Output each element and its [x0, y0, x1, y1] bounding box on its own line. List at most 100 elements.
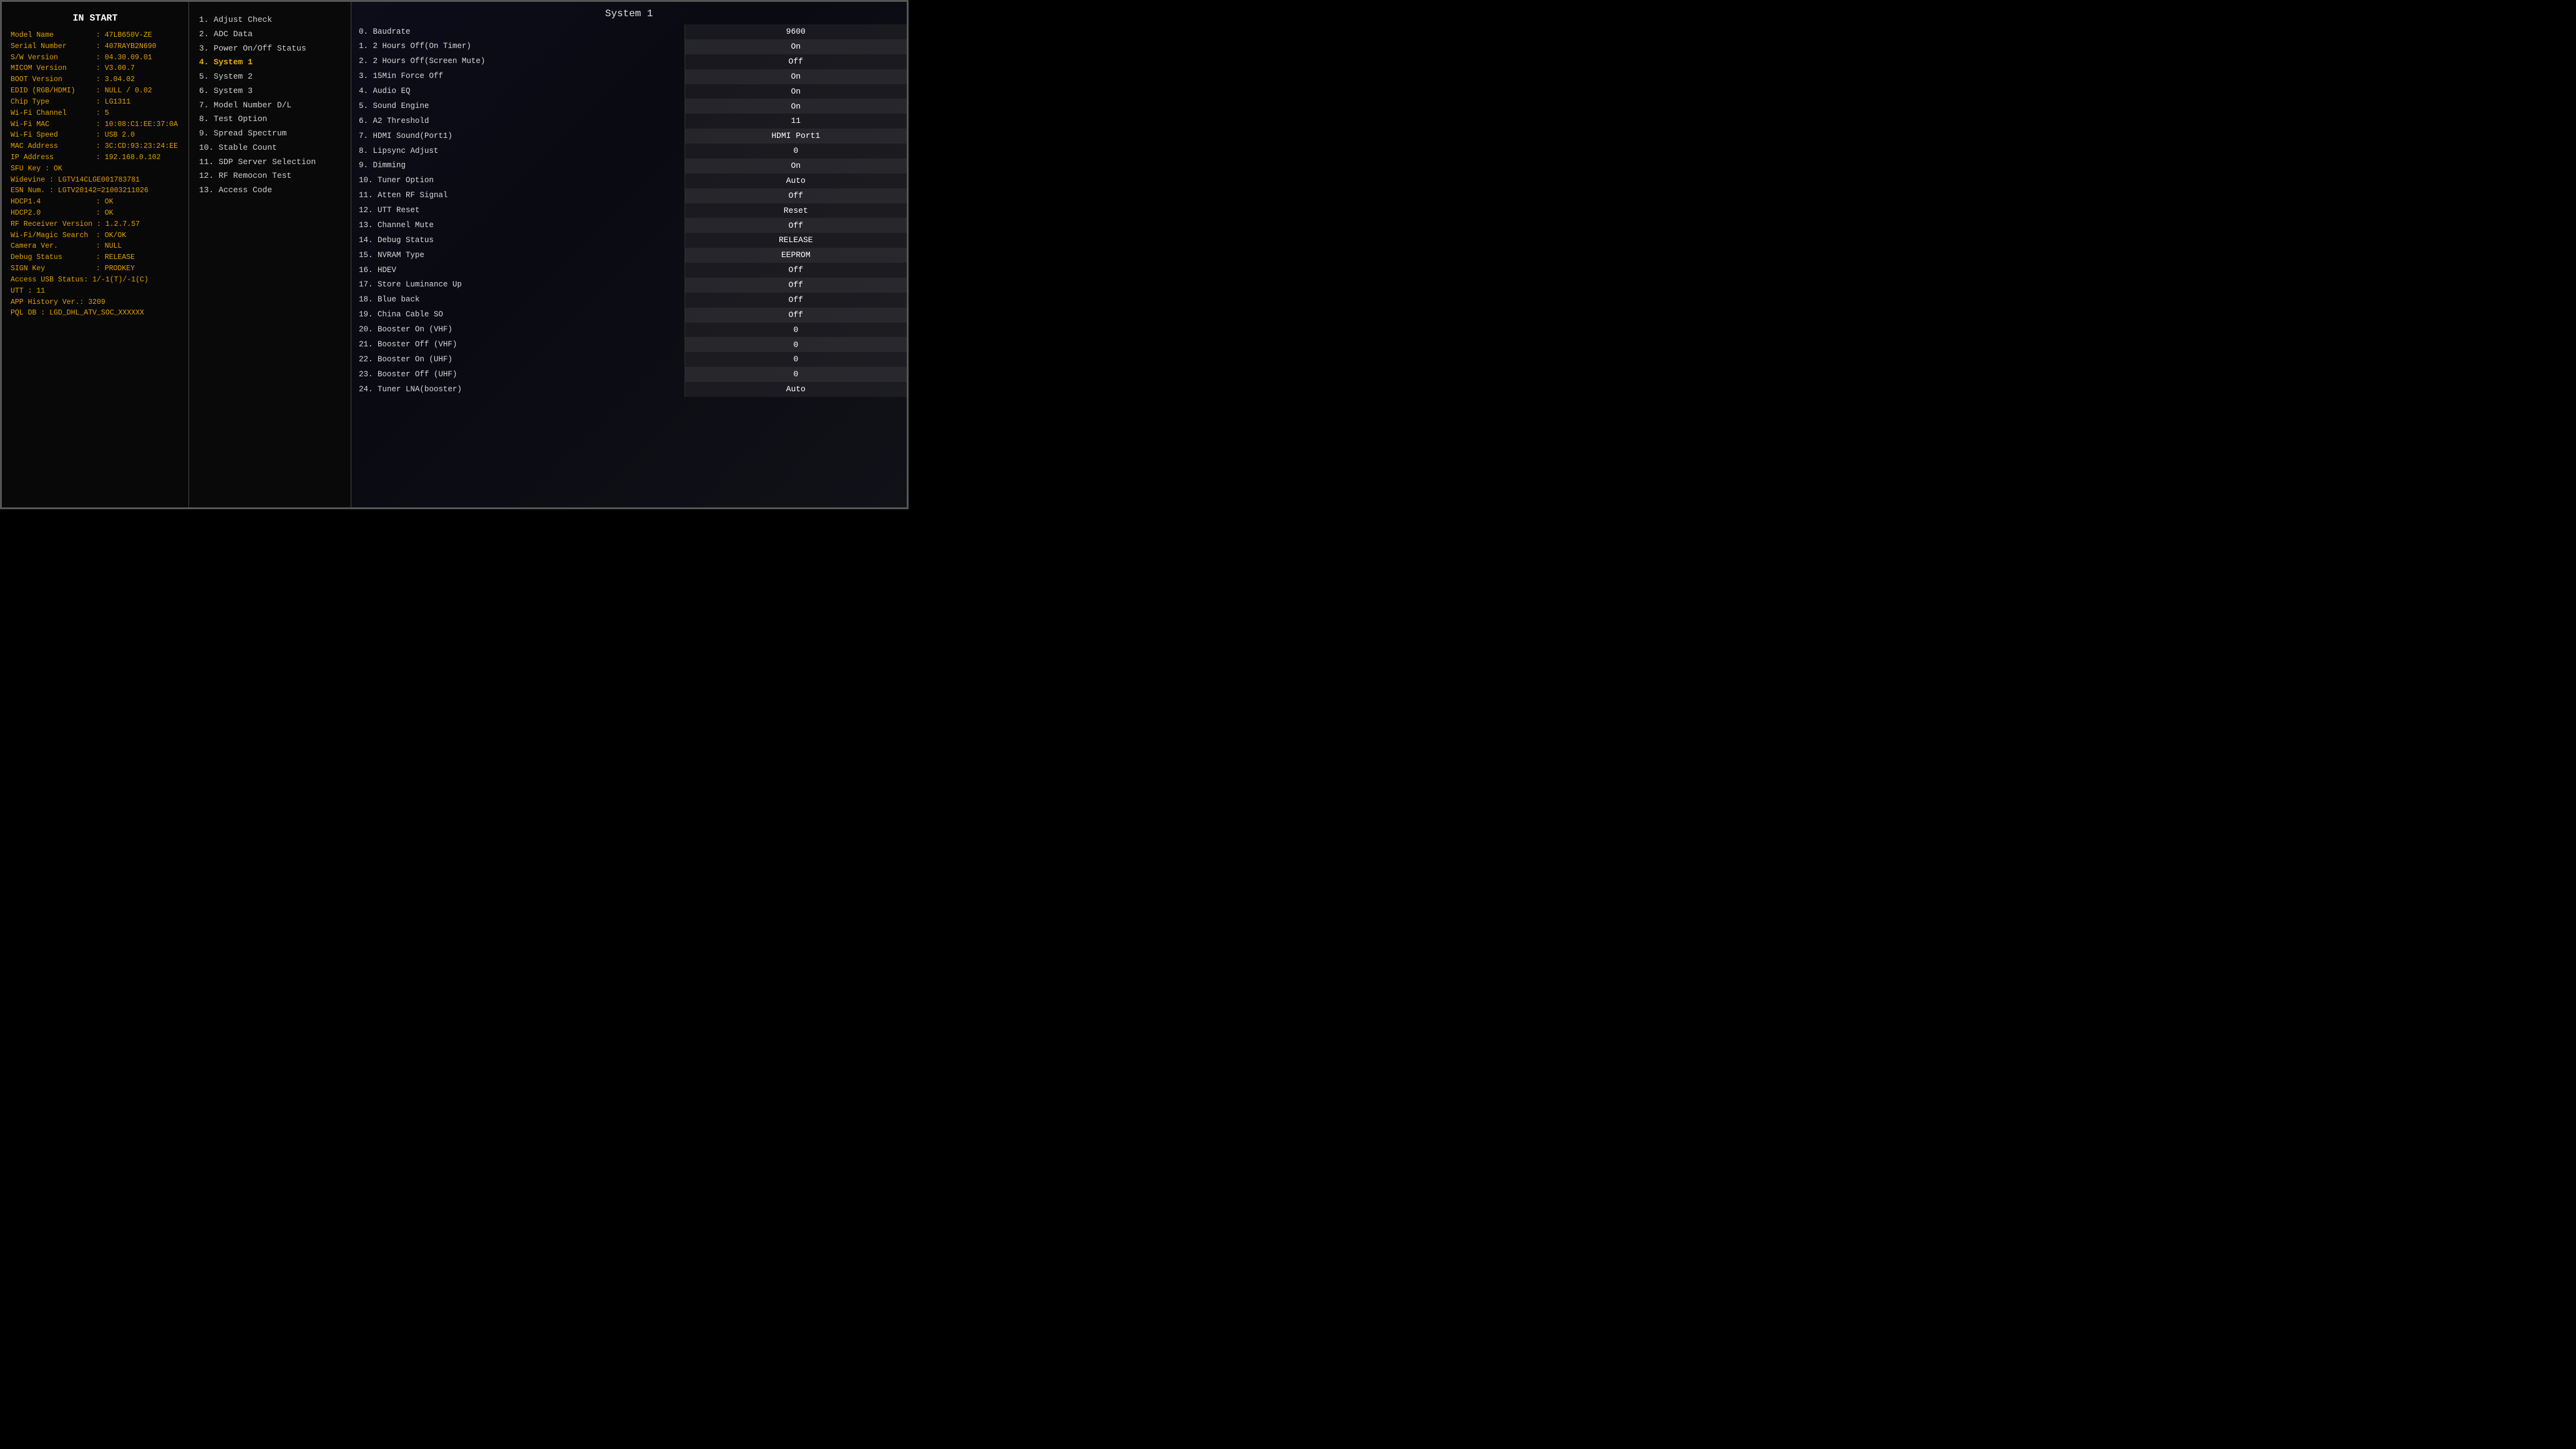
system-row-label: 0. Baudrate — [351, 24, 685, 39]
system-row-value: EEPROM — [685, 248, 907, 263]
info-bottom: PQL DB : LGD_DHL_ATV_SOC_XXXXXX — [11, 308, 180, 319]
info-label: S/W Version — [11, 52, 92, 64]
system-row[interactable]: 12. UTT ResetReset — [351, 203, 907, 218]
info-row: Wi-Fi MAC : 10:08:C1:EE:37:0A — [11, 119, 180, 130]
system-row[interactable]: 19. China Cable SOOff — [351, 308, 907, 323]
system-row-label: 5. Sound Engine — [351, 99, 685, 114]
system-row[interactable]: 3. 15Min Force OffOn — [351, 69, 907, 84]
menu-item[interactable]: 6. System 3 — [199, 84, 341, 99]
system-row-label: 24. Tuner LNA(booster) — [351, 382, 685, 397]
info-value: : 10:08:C1:EE:37:0A — [92, 119, 178, 130]
info-label: HDCP2.0 — [11, 208, 92, 219]
system-row[interactable]: 13. Channel MuteOff — [351, 218, 907, 233]
info-label: Wi-Fi MAC — [11, 119, 92, 130]
system-row-label: 13. Channel Mute — [351, 218, 685, 233]
system-row[interactable]: 15. NVRAM TypeEEPROM — [351, 248, 907, 263]
info-row: Wi-Fi/Magic Search : OK/OK — [11, 230, 180, 242]
menu-item[interactable]: 2. ADC Data — [199, 27, 341, 42]
system-row[interactable]: 22. Booster On (UHF)0 — [351, 352, 907, 367]
system-row[interactable]: 0. Baudrate9600 — [351, 24, 907, 39]
info-label: HDCP1.4 — [11, 197, 92, 208]
system-row[interactable]: 18. Blue backOff — [351, 293, 907, 308]
info-bottom: Access USB Status: 1/-1(T)/-1(C) — [11, 275, 180, 286]
system-row-value: Off — [685, 188, 907, 203]
system-row-label: 14. Debug Status — [351, 233, 685, 248]
menu-item[interactable]: 10. Stable Count — [199, 141, 341, 155]
system-row[interactable]: 10. Tuner OptionAuto — [351, 173, 907, 188]
info-row: MAC Address : 3C:CD:93:23:24:EE — [11, 141, 180, 152]
menu-item[interactable]: 7. Model Number D/L — [199, 99, 341, 113]
menu-item[interactable]: 4. System 1 — [199, 56, 341, 70]
info-label: MICOM Version — [11, 63, 92, 74]
system-row[interactable]: 2. 2 Hours Off(Screen Mute)Off — [351, 54, 907, 69]
menu-item[interactable]: 12. RF Remocon Test — [199, 169, 341, 183]
system-row[interactable]: 6. A2 Threshold11 — [351, 114, 907, 129]
menu-item[interactable]: 11. SDP Server Selection — [199, 155, 341, 170]
info-value: : 3.04.02 — [92, 74, 135, 85]
system-row[interactable]: 14. Debug StatusRELEASE — [351, 233, 907, 248]
info-row: EDID (RGB/HDMI) : NULL / 0.02 — [11, 85, 180, 97]
info-label: MAC Address — [11, 141, 92, 152]
info-value: : OK — [92, 208, 114, 219]
info-label: RF Receiver Version — [11, 219, 92, 230]
info-row: Serial Number : 407RAYB2N690 — [11, 41, 180, 52]
menu-item[interactable]: 8. Test Option — [199, 112, 341, 127]
menu-item[interactable]: 3. Power On/Off Status — [199, 42, 341, 56]
info-value: : OK — [92, 197, 114, 208]
menu-item[interactable]: 1. Adjust Check — [199, 13, 341, 27]
system-row-value: RELEASE — [685, 233, 907, 248]
system-row-value: Auto — [685, 173, 907, 188]
info-label: Wi-Fi Channel — [11, 108, 92, 119]
left-panel-title: IN START — [11, 13, 180, 24]
info-label: Wi-Fi Speed — [11, 130, 92, 141]
system-row[interactable]: 7. HDMI Sound(Port1)HDMI Port1 — [351, 129, 907, 144]
info-row: IP Address : 192.168.0.102 — [11, 152, 180, 163]
info-row: Camera Ver. : NULL — [11, 241, 180, 252]
system-row-label: 15. NVRAM Type — [351, 248, 685, 263]
menu-item[interactable]: 13. Access Code — [199, 183, 341, 198]
system-row-value: 9600 — [685, 24, 907, 39]
system-table: 0. Baudrate96001. 2 Hours Off(On Timer)O… — [351, 24, 907, 397]
system-row[interactable]: 9. DimmingOn — [351, 159, 907, 173]
info-row: HDCP1.4 : OK — [11, 197, 180, 208]
system-row-value: Reset — [685, 203, 907, 218]
system-row[interactable]: 4. Audio EQOn — [351, 84, 907, 99]
system-row[interactable]: 8. Lipsync Adjust0 — [351, 144, 907, 159]
system-row-label: 4. Audio EQ — [351, 84, 685, 99]
system-row[interactable]: 24. Tuner LNA(booster)Auto — [351, 382, 907, 397]
system-row-value: 0 — [685, 337, 907, 352]
system-row-value: 0 — [685, 323, 907, 338]
system-row-label: 6. A2 Threshold — [351, 114, 685, 129]
info-label: Debug Status — [11, 252, 92, 263]
menu-item[interactable]: 9. Spread Spectrum — [199, 127, 341, 141]
system-row-value: 11 — [685, 114, 907, 129]
system-row[interactable]: 16. HDEVOff — [351, 263, 907, 278]
system-row[interactable]: 11. Atten RF SignalOff — [351, 188, 907, 203]
system-row-value: On — [685, 69, 907, 84]
info-single: SFU Key : OK — [11, 163, 180, 175]
main-screen: IN START Model Name : 47LB650V-ZESerial … — [0, 0, 909, 509]
middle-panel: 1. Adjust Check2. ADC Data3. Power On/Of… — [189, 2, 351, 507]
info-row: Chip Type : LG1311 — [11, 97, 180, 108]
info-single: ESN Num. : LGTV20142=21003211026 — [11, 185, 180, 197]
system-row-label: 20. Booster On (VHF) — [351, 323, 685, 338]
system-row[interactable]: 17. Store Luminance UpOff — [351, 278, 907, 293]
info-value: : USB 2.0 — [92, 130, 135, 141]
system-row[interactable]: 21. Booster Off (VHF)0 — [351, 337, 907, 352]
system-row[interactable]: 5. Sound EngineOn — [351, 99, 907, 114]
info-value: : 47LB650V-ZE — [92, 30, 152, 41]
system-row[interactable]: 1. 2 Hours Off(On Timer)On — [351, 39, 907, 54]
system-row-label: 3. 15Min Force Off — [351, 69, 685, 84]
system-row[interactable]: 20. Booster On (VHF)0 — [351, 323, 907, 338]
info-value: : 04.30.09.01 — [92, 52, 152, 64]
system-row-value: HDMI Port1 — [685, 129, 907, 144]
info-value: : V3.00.7 — [92, 63, 135, 74]
system-row[interactable]: 23. Booster Off (UHF)0 — [351, 367, 907, 382]
system-row-value: Off — [685, 293, 907, 308]
info-row: S/W Version : 04.30.09.01 — [11, 52, 180, 64]
menu-item[interactable]: 5. System 2 — [199, 70, 341, 84]
right-panel: System 1 0. Baudrate96001. 2 Hours Off(O… — [351, 2, 907, 507]
system-row-value: 0 — [685, 367, 907, 382]
info-row: RF Receiver Version : 1.2.7.57 — [11, 219, 180, 230]
info-row: Model Name : 47LB650V-ZE — [11, 30, 180, 41]
